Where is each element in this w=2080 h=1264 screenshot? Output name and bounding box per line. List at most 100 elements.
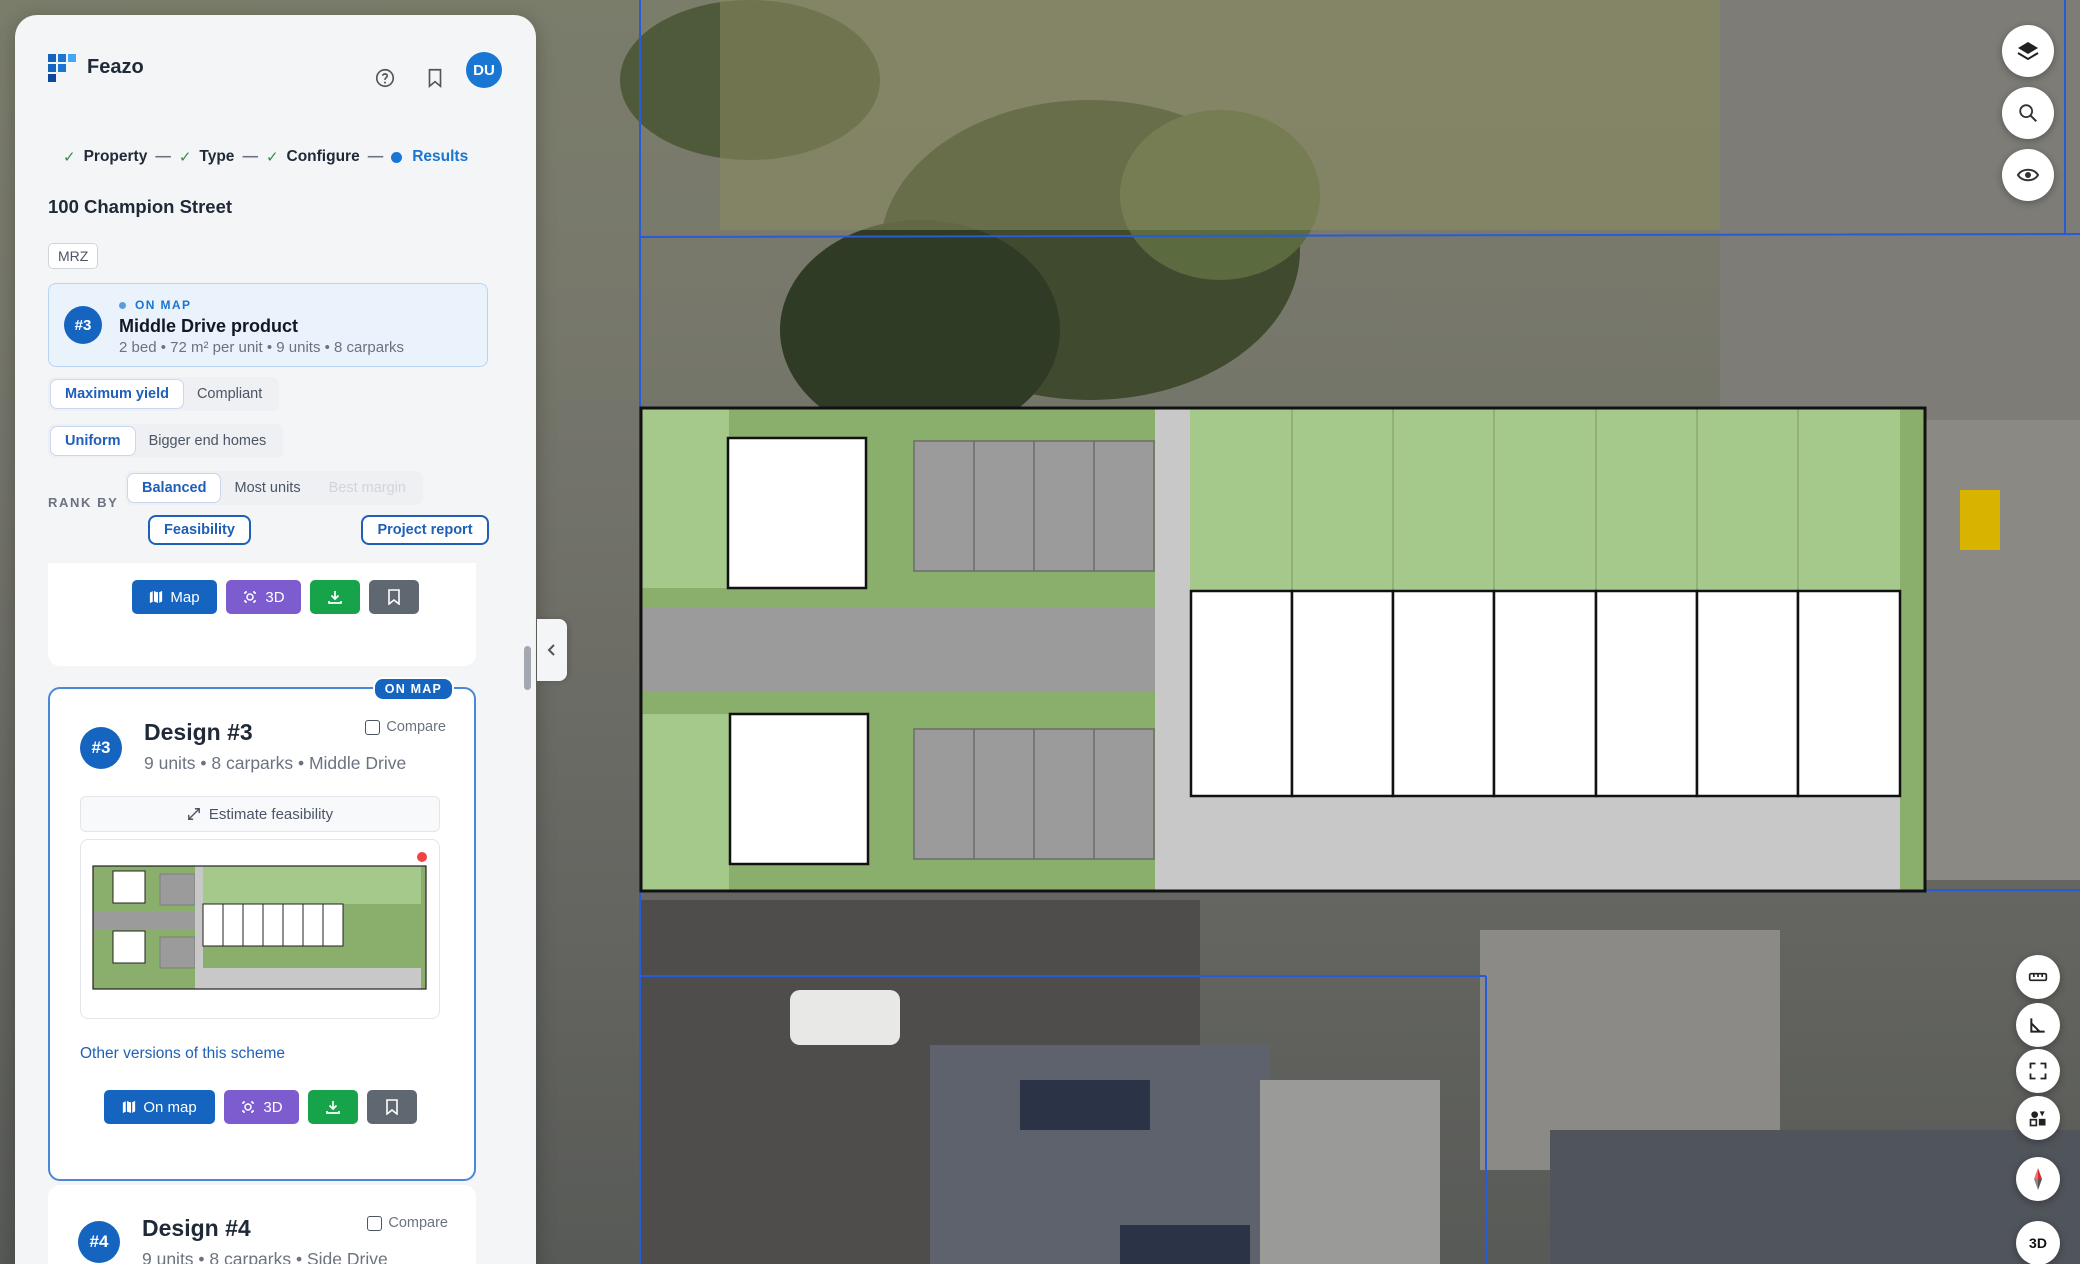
compare-checkbox[interactable]: Compare xyxy=(367,1215,448,1231)
3d-button-label: 3D xyxy=(265,588,285,606)
3d-view-button[interactable]: 3D xyxy=(2016,1221,2060,1264)
sidebar-header: Feazo DU xyxy=(15,15,536,125)
step-results[interactable]: Results xyxy=(412,148,468,166)
site-plan xyxy=(639,406,1927,893)
step-configure[interactable]: Configure xyxy=(287,148,360,166)
map-button[interactable]: Map xyxy=(132,580,217,614)
download-icon xyxy=(326,1101,340,1114)
rank-best-margin: Best margin xyxy=(328,480,406,496)
3d-icon xyxy=(244,591,257,603)
active-step-dot-icon xyxy=(391,151,403,163)
design-title: Design #3 xyxy=(144,719,253,745)
project-report-button[interactable]: Project report xyxy=(361,515,489,545)
map-button-label: Map xyxy=(170,588,200,606)
sidebar-scrollbar[interactable] xyxy=(524,646,531,690)
distribution-bigger-end-homes[interactable]: Bigger end homes xyxy=(135,427,281,455)
estimate-feasibility-button[interactable]: Estimate feasibility xyxy=(80,796,440,832)
collapse-sidebar-button[interactable] xyxy=(537,619,567,681)
map-icon xyxy=(123,1100,136,1114)
mode-maximum-yield[interactable]: Maximum yield xyxy=(51,380,183,408)
measure-angle-button[interactable] xyxy=(2016,1003,2060,1047)
chevron-left-icon xyxy=(547,644,555,656)
3d-button[interactable]: 3D xyxy=(226,580,301,614)
3d-view-label: 3D xyxy=(2029,1235,2047,1251)
compare-checkbox[interactable]: Compare xyxy=(365,719,446,735)
search-button[interactable] xyxy=(2002,87,2054,139)
design-card-previous: Map 3D xyxy=(48,563,476,666)
help-button[interactable] xyxy=(372,65,398,91)
mode-toggle: Maximum yield Compliant xyxy=(48,377,280,411)
zone-badge: MRZ xyxy=(48,243,99,269)
status-dot-icon xyxy=(417,852,427,862)
expand-icon xyxy=(187,808,200,820)
other-versions-link[interactable]: Other versions of this scheme xyxy=(80,1045,285,1063)
step-property[interactable]: Property xyxy=(84,148,148,166)
layers-icon xyxy=(2017,42,2039,61)
step-separator: — xyxy=(367,148,384,165)
on-map-tag: ON MAP xyxy=(119,298,191,312)
on-map-pill: ON MAP xyxy=(372,677,454,701)
on-map-subtitle: 2 bed • 72 m² per unit • 9 units • 8 car… xyxy=(119,339,405,356)
on-map-button[interactable]: On map xyxy=(104,1090,215,1124)
compass-button[interactable] xyxy=(2016,1157,2060,1201)
map-icon xyxy=(150,590,163,604)
shapes-button[interactable] xyxy=(2016,1096,2060,1140)
checkbox-icon xyxy=(367,1215,383,1231)
bookmark-icon xyxy=(388,589,400,605)
on-map-tag-label: ON MAP xyxy=(135,298,192,312)
step-separator: — xyxy=(155,148,171,165)
previous-actions: Map 3D xyxy=(132,580,419,614)
design-number-badge: #3 xyxy=(80,727,122,769)
rank-balanced[interactable]: Balanced xyxy=(128,474,221,502)
download-button[interactable] xyxy=(308,1090,358,1124)
step-type[interactable]: Type xyxy=(199,148,234,166)
compare-label: Compare xyxy=(386,719,446,735)
user-avatar[interactable]: DU xyxy=(466,52,502,88)
visibility-button[interactable] xyxy=(2002,149,2054,201)
check-icon: ✓ xyxy=(265,149,279,166)
property-address: 100 Champion Street xyxy=(48,196,233,217)
layers-button[interactable] xyxy=(2002,25,2054,77)
results-sidebar: Feazo DU ✓ Property — ✓ Type — ✓ Configure … xyxy=(15,15,536,1264)
distribution-toggle: Uniform Bigger end homes xyxy=(48,424,284,458)
design-card-3[interactable]: ON MAP #3 Design #3 9 units • 8 carparks… xyxy=(48,677,476,1181)
compass-icon xyxy=(2034,1168,2042,1190)
distribution-uniform[interactable]: Uniform xyxy=(51,427,135,455)
checkbox-icon xyxy=(365,719,381,735)
step-separator: — xyxy=(242,148,258,165)
measure-distance-button[interactable] xyxy=(2016,955,2060,999)
help-icon xyxy=(375,68,395,88)
ruler-icon xyxy=(2028,972,2048,982)
design-card-4[interactable]: #4 Design #4 9 units • 8 carparks • Side… xyxy=(48,1185,476,1264)
design-subtitle: 9 units • 8 carparks • Middle Drive xyxy=(144,753,407,773)
3d-icon xyxy=(242,1101,255,1113)
design-number-badge: #4 xyxy=(78,1221,120,1263)
compare-label: Compare xyxy=(388,1215,448,1231)
rank-by-label: RANK BY xyxy=(48,495,119,510)
save-button[interactable] xyxy=(367,1090,417,1124)
status-dot-icon xyxy=(119,301,126,309)
design-thumbnail[interactable] xyxy=(80,839,440,1019)
on-map-button-label: On map xyxy=(143,1098,197,1116)
save-button[interactable] xyxy=(369,580,419,614)
3d-button[interactable]: 3D xyxy=(224,1090,299,1124)
wizard-steps: ✓ Property — ✓ Type — ✓ Configure — Results xyxy=(63,148,468,166)
bookmarks-button[interactable] xyxy=(422,65,448,91)
design-number-badge: #3 xyxy=(64,306,102,344)
eye-icon xyxy=(2016,168,2040,182)
search-icon xyxy=(2019,104,2037,122)
download-button[interactable] xyxy=(310,580,360,614)
brand-name: Feazo xyxy=(87,56,144,78)
3d-button-label: 3D xyxy=(263,1098,283,1116)
rank-toggle: Balanced Most units Best margin xyxy=(125,471,423,505)
fullscreen-icon xyxy=(2029,1062,2047,1080)
feasibility-button[interactable]: Feasibility xyxy=(148,515,251,545)
thumbnail-plan xyxy=(92,865,427,990)
fullscreen-button[interactable] xyxy=(2016,1049,2060,1093)
check-icon: ✓ xyxy=(63,149,76,166)
mode-compliant[interactable]: Compliant xyxy=(183,380,276,408)
check-icon: ✓ xyxy=(178,149,192,166)
on-map-summary-card[interactable]: #3 ON MAP Middle Drive product 2 bed • 7… xyxy=(48,283,488,367)
angle-icon xyxy=(2030,1018,2045,1033)
rank-most-units[interactable]: Most units xyxy=(220,474,314,502)
